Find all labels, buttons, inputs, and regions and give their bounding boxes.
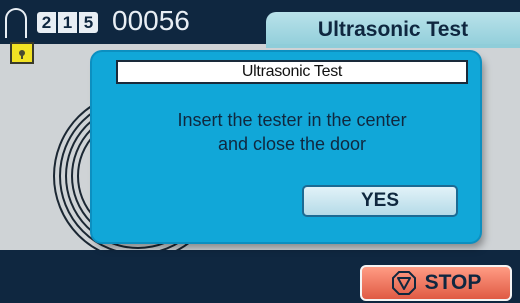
code-digit-3: 5 bbox=[79, 12, 98, 33]
door-lock-shackle-icon bbox=[5, 8, 27, 38]
stop-button[interactable]: STOP bbox=[360, 265, 512, 301]
dialog-message: Insert the tester in the center and clos… bbox=[116, 108, 468, 156]
dialog-title: Ultrasonic Test bbox=[116, 60, 468, 84]
code-digit-1: 2 bbox=[37, 12, 56, 33]
stop-button-label: STOP bbox=[424, 271, 482, 294]
dialog-message-line-1: Insert the tester in the center bbox=[177, 110, 407, 130]
stop-octagon-icon bbox=[391, 271, 416, 295]
dialog-message-line-2: and close the door bbox=[217, 134, 367, 154]
cycle-counter: 00056 bbox=[112, 5, 190, 36]
screen-title-tab: Ultrasonic Test bbox=[266, 12, 520, 48]
tab-underline bbox=[266, 44, 520, 48]
yes-button[interactable]: YES bbox=[302, 185, 458, 217]
code-digit-2: 1 bbox=[58, 12, 77, 33]
padlock-icon bbox=[10, 42, 34, 64]
